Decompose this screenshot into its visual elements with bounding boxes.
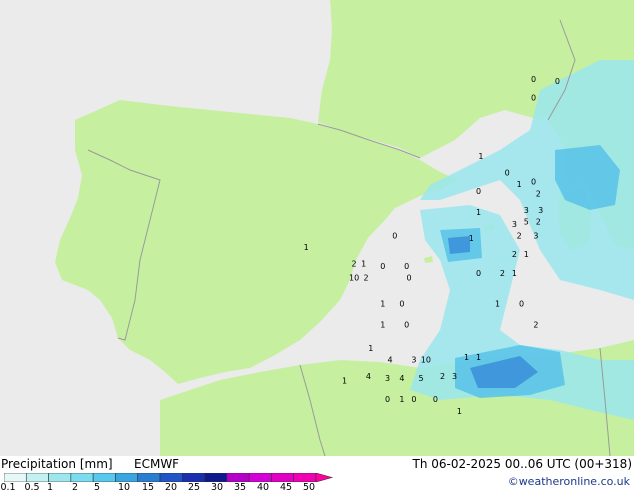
- precip-point-value: 1: [517, 180, 522, 189]
- precip-point-value: 0: [399, 299, 404, 308]
- scale-tick-label: 25: [187, 482, 201, 493]
- precip-point-value: 10: [349, 274, 359, 283]
- map-title: Precipitation [mm]: [1, 457, 113, 471]
- precipitation-map: 0 0 0 1 0 1 0 2 0 3 3 1 3 5 2 0 1 2 3 1 2 1 0 0 2 1 0 2 1 10 2 0 1 0 1 0 1 0 2…: [0, 0, 634, 456]
- precip-point-value: 3: [533, 232, 538, 241]
- precip-point-value: 3: [411, 356, 416, 365]
- scale-tick-label: 5: [93, 482, 101, 493]
- scale-tick-label: 40: [256, 482, 270, 493]
- scale-swatch: [48, 473, 72, 482]
- precip-point-value: 0: [404, 320, 409, 329]
- scale-tick-label: 15: [141, 482, 155, 493]
- precip-point-value: 1: [464, 353, 469, 362]
- scale-tick-label: 2: [71, 482, 79, 493]
- scale-swatch: [181, 473, 205, 482]
- precip-point-value: 0: [433, 395, 438, 404]
- precip-point-value: 2: [517, 232, 522, 241]
- scale-swatch: [204, 473, 228, 482]
- precip-point-value: 0: [476, 269, 481, 278]
- precip-point-value: 1: [457, 407, 462, 416]
- precip-point-value: 1: [495, 299, 500, 308]
- precip-point-value: 1: [476, 353, 481, 362]
- precip-point-value: 1: [476, 208, 481, 217]
- scale-swatch: [159, 473, 183, 482]
- legend-panel: Precipitation [mm] ECMWF Th 06-02-2025 0…: [0, 456, 634, 493]
- precip-point-value: 1: [380, 320, 385, 329]
- scale-tick-label: 45: [279, 482, 293, 493]
- precip-point-value: 0: [385, 395, 390, 404]
- precip-point-value: 0: [531, 75, 536, 84]
- precip-point-value: 0: [519, 299, 524, 308]
- precip-point-value: 0: [476, 187, 481, 196]
- model-name: ECMWF: [134, 457, 180, 471]
- precip-point-value: 5: [419, 374, 424, 383]
- scale-tick-label: 30: [210, 482, 224, 493]
- valid-datetime: Th 06-02-2025 00..06 UTC (00+318): [412, 457, 632, 471]
- precip-point-value: 2: [363, 274, 368, 283]
- scale-tick-label: 50: [302, 482, 316, 493]
- precip-point-value: 1: [304, 243, 309, 252]
- precip-point-value: 3: [538, 206, 543, 215]
- precip-point-value: 1: [380, 299, 385, 308]
- scale-swatch: [4, 473, 27, 482]
- scale-swatch: [271, 473, 295, 482]
- precip-point-value: 1: [524, 250, 529, 259]
- precip-point-value: 2: [536, 189, 541, 198]
- precip-point-value: 1: [512, 269, 517, 278]
- scale-tick-label: 20: [164, 482, 178, 493]
- precip-point-value: 2: [533, 320, 538, 329]
- scale-tick-label: 35: [233, 482, 247, 493]
- precip-point-value: 3: [524, 206, 529, 215]
- scale-arrow: [315, 473, 334, 482]
- precip-point-value: 2: [536, 218, 541, 227]
- precip-point-value: 2: [440, 372, 445, 381]
- precip-point-value: 4: [366, 372, 371, 381]
- precip-point-value: 1: [342, 377, 347, 386]
- precip-point-value: 10: [421, 356, 431, 365]
- precip-point-value: 5: [524, 218, 529, 227]
- scale-swatch: [226, 473, 250, 482]
- precip-point-value: 3: [452, 372, 457, 381]
- scale-swatch: [293, 473, 317, 482]
- scale-swatch: [70, 473, 94, 482]
- precip-point-value: 0: [392, 232, 397, 241]
- color-scale-bar: [4, 473, 334, 482]
- precip-point-value: 0: [505, 168, 510, 177]
- scale-tick-label: 10: [117, 482, 131, 493]
- precip-point-value: 1: [361, 260, 366, 269]
- precip-point-value: 2: [352, 260, 357, 269]
- precip-point-value: 3: [512, 220, 517, 229]
- precip-point-value: 3: [385, 374, 390, 383]
- precip-point-value: 2: [512, 250, 517, 259]
- scale-swatch: [25, 473, 49, 482]
- precip-point-value: 0: [555, 77, 560, 86]
- precip-point-value: 1: [399, 395, 404, 404]
- scale-swatch: [248, 473, 272, 482]
- scale-swatch: [92, 473, 116, 482]
- precip-point-value: 2: [500, 269, 505, 278]
- scale-swatch: [115, 473, 139, 482]
- scale-swatch: [137, 473, 161, 482]
- credit-link[interactable]: ©weatheronline.co.uk: [508, 475, 630, 488]
- precip-point-value: 1: [478, 152, 483, 161]
- precip-point-value: 4: [387, 356, 392, 365]
- precip-point-value: 0: [407, 274, 412, 283]
- scale-tick-label: 0.5: [24, 482, 40, 493]
- precip-point-value: 0: [531, 94, 536, 103]
- precip-point-value: 1: [368, 344, 373, 353]
- precip-point-value: 0: [404, 262, 409, 271]
- precip-heavy-mallorca: [448, 236, 470, 254]
- precip-point-value: 0: [411, 395, 416, 404]
- scale-tick-label: 0.1: [0, 482, 16, 493]
- precip-point-value: 4: [399, 374, 404, 383]
- scale-tick-label: 1: [46, 482, 54, 493]
- precip-point-value: 0: [380, 262, 385, 271]
- precip-point-value: 0: [531, 178, 536, 187]
- precip-point-value: 1: [469, 234, 474, 243]
